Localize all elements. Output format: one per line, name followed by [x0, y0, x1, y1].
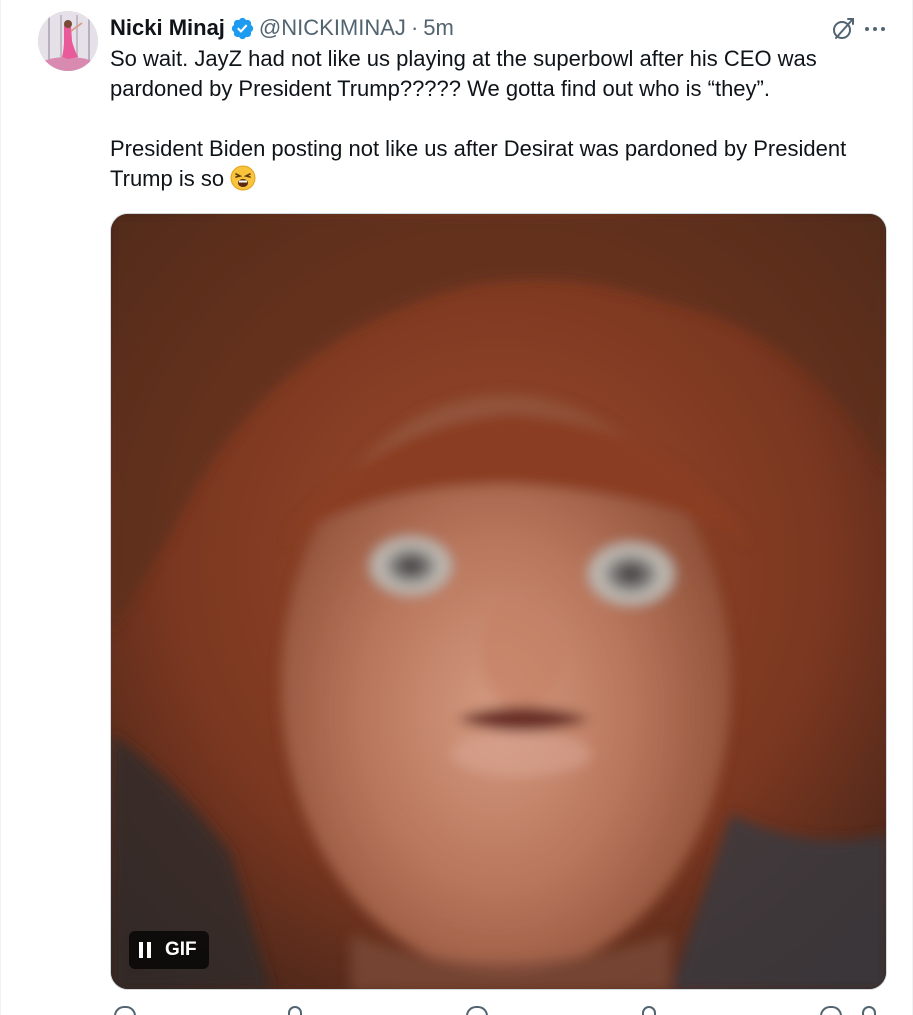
tweet[interactable]: Nicki Minaj @NICKIMINAJ · 5m So wait. Ja…	[0, 0, 913, 1015]
reply-icon[interactable]	[114, 1006, 136, 1015]
share-icon[interactable]	[862, 1006, 876, 1015]
tweet-header: Nicki Minaj @NICKIMINAJ · 5m	[110, 12, 900, 44]
tweet-paragraph-1: So wait. JayZ had not like us playing at…	[110, 46, 817, 101]
grok-icon[interactable]	[830, 16, 856, 42]
tweet-content: Nicki Minaj @NICKIMINAJ · 5m So wait. Ja…	[110, 12, 900, 194]
pause-icon[interactable]	[139, 942, 151, 958]
weary-face-emoji-icon	[230, 165, 256, 191]
tweet-text: So wait. JayZ had not like us playing at…	[110, 44, 900, 194]
retweet-icon[interactable]	[288, 1006, 302, 1015]
bookmark-icon[interactable]	[820, 1006, 842, 1015]
tweet-actions	[110, 1006, 887, 1015]
verified-badge-icon[interactable]	[230, 16, 255, 41]
tweet-timestamp[interactable]: 5m	[423, 12, 454, 44]
author-name[interactable]: Nicki Minaj	[110, 12, 225, 44]
separator-dot: ·	[410, 15, 419, 40]
tweet-paragraph-2-text: President Biden posting not like us afte…	[110, 136, 847, 191]
author-handle[interactable]: @NICKIMINAJ	[259, 12, 406, 44]
tweet-paragraph-2: President Biden posting not like us afte…	[110, 134, 900, 194]
gif-control[interactable]: GIF	[129, 931, 209, 969]
more-icon[interactable]	[862, 16, 888, 42]
gif-media[interactable]: GIF	[110, 213, 887, 990]
avatar[interactable]	[38, 11, 98, 71]
like-icon[interactable]	[466, 1006, 488, 1015]
gif-label: GIF	[165, 939, 197, 960]
views-icon[interactable]	[642, 1006, 656, 1015]
